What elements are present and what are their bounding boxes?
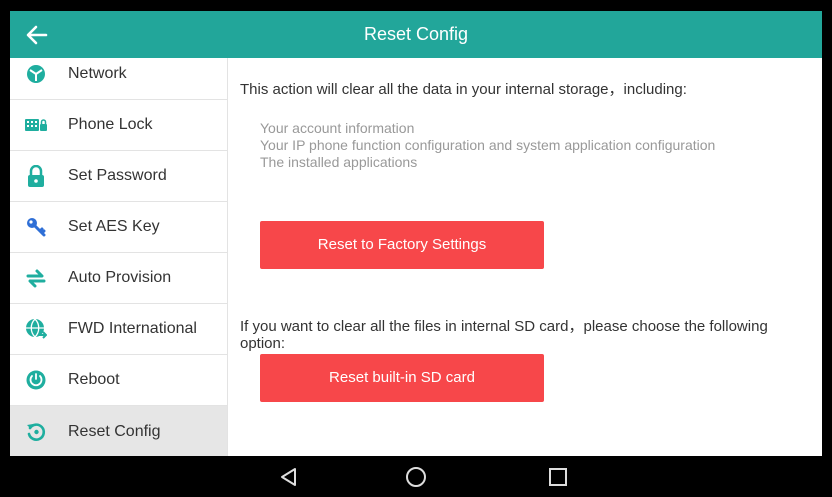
sidebar-item-fwd-international[interactable]: FWD International (10, 304, 227, 355)
sd-card-text: If you want to clear all the files in in… (240, 318, 768, 352)
sidebar: Network Phone Lock Set Password Set AES … (10, 58, 228, 456)
sidebar-item-label: Auto Provision (68, 269, 172, 286)
sync-arrows-icon (25, 267, 47, 289)
list-item: Your IP phone function configuration and… (260, 137, 716, 153)
sidebar-item-auto-provision[interactable]: Auto Provision (10, 253, 227, 304)
sidebar-item-reset-config[interactable]: Reset Config (10, 406, 227, 456)
list-item: The installed applications (260, 154, 418, 170)
intro-text: This action will clear all the data in y… (240, 81, 687, 98)
list-item: Your account information (260, 120, 415, 136)
sidebar-item-reboot[interactable]: Reboot (10, 355, 227, 406)
sidebar-item-label: Reset Config (68, 422, 161, 440)
reboot-icon (25, 369, 47, 391)
data-list: Your account information Your IP phone f… (260, 120, 715, 171)
padlock-icon (25, 165, 47, 187)
screen: Reset Config Network Phone Lock Set Pass… (10, 11, 822, 497)
page-title: Reset Config (363, 24, 469, 44)
sidebar-item-label: Phone Lock (68, 116, 153, 133)
square-recents-icon (549, 468, 567, 486)
sidebar-item-network[interactable]: Network (10, 58, 227, 100)
sidebar-item-label: Network (68, 65, 127, 82)
keypad-lock-icon (25, 114, 47, 136)
nav-recents-button[interactable] (538, 461, 578, 493)
sidebar-item-label: Set AES Key (68, 218, 160, 235)
sidebar-item-label: Set Password (68, 167, 167, 184)
reset-sd-card-button[interactable]: Reset built-in SD card (260, 354, 544, 402)
nav-back-button[interactable] (269, 461, 309, 493)
sidebar-item-label: FWD International (68, 320, 197, 337)
sidebar-item-label: Reboot (68, 371, 120, 388)
system-nav-bar (10, 456, 822, 497)
main-content: This action will clear all the data in y… (228, 58, 822, 456)
reset-icon (25, 421, 47, 443)
sidebar-item-phone-lock[interactable]: Phone Lock (10, 100, 227, 151)
circle-home-icon (406, 467, 426, 487)
top-bar: Reset Config (10, 11, 822, 58)
nav-home-button[interactable] (396, 461, 436, 493)
sidebar-item-set-aes-key[interactable]: Set AES Key (10, 202, 227, 253)
key-icon (25, 216, 47, 238)
arrow-left-icon (26, 25, 48, 45)
network-icon (25, 63, 47, 85)
globe-icon (25, 318, 47, 340)
back-button[interactable] (22, 21, 52, 49)
reset-factory-button[interactable]: Reset to Factory Settings (260, 221, 544, 269)
triangle-back-icon (281, 468, 296, 486)
sidebar-item-set-password[interactable]: Set Password (10, 151, 227, 202)
